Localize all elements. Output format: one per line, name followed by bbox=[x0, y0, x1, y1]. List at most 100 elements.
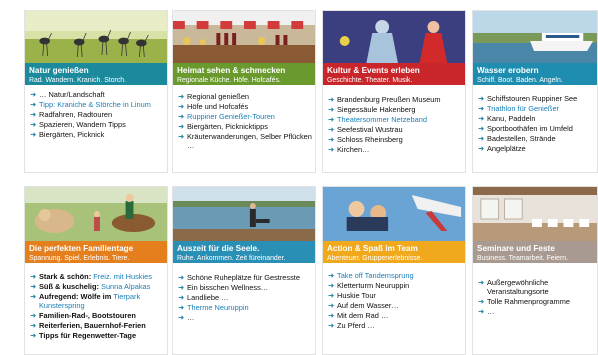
card-heimat[interactable]: Heimat sehen & schmecken Regionale Küche… bbox=[172, 10, 316, 173]
arrow-right-icon: ➜ bbox=[30, 100, 37, 109]
card-familie[interactable]: Die perfekten Familientage Spannung. Spi… bbox=[24, 186, 168, 355]
card-title[interactable]: Action & Spaß im Team bbox=[327, 243, 461, 254]
list-item[interactable]: ➜ Biergärten, Picknicktipps bbox=[178, 122, 313, 131]
list-item[interactable]: ➜ Landliebe … bbox=[178, 293, 313, 302]
list-item[interactable]: ➜ Außergewöhnliche Veranstaltungsorte bbox=[478, 278, 595, 297]
card-title[interactable]: Auszeit für die Seele. bbox=[177, 243, 311, 254]
list-item[interactable]: ➜ Kletterturm Neuruppin bbox=[328, 281, 463, 290]
card-action[interactable]: Action & Spaß im Team Abenteuer. Gruppen… bbox=[322, 186, 466, 355]
list-item[interactable]: ➜ Mit dem Rad … bbox=[328, 311, 463, 320]
list-item[interactable]: ➜… Natur/Landschaft bbox=[30, 90, 165, 99]
card-title[interactable]: Natur genießen bbox=[29, 65, 163, 76]
list-item-link[interactable]: Theatersommer Netzeband bbox=[337, 115, 427, 124]
list-item[interactable]: ➜ Angelplätze bbox=[478, 144, 595, 153]
list-item[interactable]: ➜ Kirchen… bbox=[328, 145, 463, 154]
list-item[interactable]: ➜ Spazieren, Wandern Tipps bbox=[30, 120, 165, 129]
card-header-band[interactable]: Heimat sehen & schmecken Regionale Küche… bbox=[173, 63, 315, 85]
list-item[interactable]: ➜ Kräuterwanderungen, Selber Pflücken … bbox=[178, 132, 313, 151]
list-item-text: Tolle Rahmenprogramme bbox=[487, 297, 570, 307]
card-photo-seminar-room[interactable] bbox=[473, 187, 597, 241]
card-photo-boat[interactable] bbox=[473, 11, 597, 63]
list-item[interactable]: ➜ Huskie Tour bbox=[328, 291, 463, 300]
list-item[interactable]: ➜ Tolle Rahmenprogramme bbox=[478, 297, 595, 306]
list-item-link[interactable]: Tipp: Kraniche & Störche in Linum bbox=[39, 100, 151, 109]
card-title[interactable]: Wasser erobern bbox=[477, 65, 593, 76]
card-photo-skydivers[interactable] bbox=[323, 187, 465, 241]
list-item[interactable]: ➜ Take off Tandemsprung bbox=[328, 271, 463, 280]
list-item-link[interactable]: Sunna Alpakas bbox=[101, 282, 150, 291]
card-header-band[interactable]: Natur genießen Rad. Wandern. Kranich. St… bbox=[25, 63, 167, 85]
card-header-band[interactable]: Action & Spaß im Team Abenteuer. Gruppen… bbox=[323, 241, 465, 263]
card-title[interactable]: Kultur & Events erleben bbox=[327, 65, 461, 76]
card-wasser[interactable]: Wasser erobern Schiff. Boot. Baden. Ange… bbox=[472, 10, 598, 173]
card-photo-performers[interactable] bbox=[323, 11, 465, 63]
list-item[interactable]: ➜ Tipps für Regenwetter-Tage bbox=[30, 331, 165, 340]
arrow-right-icon: ➜ bbox=[178, 313, 185, 322]
list-item[interactable]: ➜ Schloss Rheinsberg bbox=[328, 135, 463, 144]
list-item[interactable]: ➜ Zu Pferd … bbox=[328, 321, 463, 330]
list-item[interactable]: ➜ Kanu, Paddeln bbox=[478, 114, 595, 123]
list-item-link[interactable]: Take off Tandemsprung bbox=[337, 271, 414, 280]
arrow-right-icon: ➜ bbox=[178, 122, 185, 131]
list-item[interactable]: ➜ Therme Neuruppin bbox=[178, 303, 313, 312]
list-item[interactable]: ➜ Aufregend: Wölfe im Tierpark Kunsterspr… bbox=[30, 292, 165, 311]
list-item[interactable]: ➜ Tipp: Kraniche & Störche in Linum bbox=[30, 100, 165, 109]
list-item[interactable]: ➜ Brandenburg Preußen Museum bbox=[328, 95, 463, 104]
card-title[interactable]: Seminare und Feste bbox=[477, 243, 593, 254]
list-item[interactable]: ➜ Seefestival Wustrau bbox=[328, 125, 463, 134]
card-seminare[interactable]: Seminare und Feste Business. Teamarbeit.… bbox=[472, 186, 598, 355]
list-item[interactable]: ➜ Theatersommer Netzeband bbox=[328, 115, 463, 124]
arrow-right-icon: ➜ bbox=[328, 125, 335, 134]
list-item[interactable]: ➜ Radfahren, Radtouren bbox=[30, 110, 165, 119]
list-item-text: Ein bisschen Wellness… bbox=[187, 283, 269, 292]
list-item[interactable]: ➜ Stark & schön: Freiz. mit Huskies bbox=[30, 272, 165, 281]
list-item-text: Außergewöhnliche Veranstaltungsorte bbox=[487, 278, 549, 297]
list-item[interactable]: ➜ Höfe und Hofcafés bbox=[178, 102, 313, 111]
list-item[interactable]: ➜ Reiterferien, Bauernhof-Ferien bbox=[30, 321, 165, 330]
list-item[interactable]: ➜ Biergärten, Picknick bbox=[30, 130, 165, 139]
card-photo-family-animals[interactable] bbox=[25, 187, 167, 241]
card-subtitle: Abenteuer. Gruppenerlebnisse. bbox=[327, 255, 423, 262]
card-photo-market-stall[interactable] bbox=[173, 11, 315, 63]
arrow-right-icon: ➜ bbox=[328, 311, 335, 320]
list-item-text: Kanu, Paddeln bbox=[487, 114, 536, 123]
list-item[interactable]: ➜ Triathlon für Genießer bbox=[478, 104, 595, 113]
list-item-link[interactable]: Ruppiner Genießer-Touren bbox=[187, 112, 275, 121]
card-title[interactable]: Die perfekten Familientage bbox=[29, 243, 163, 254]
card-header-band[interactable]: Kultur & Events erleben Geschichte. Thea… bbox=[323, 63, 465, 85]
card-photo-cranes[interactable] bbox=[25, 11, 167, 63]
list-item-text: Süß & kuschelig: bbox=[39, 282, 102, 291]
card-auszeit[interactable]: Auszeit für die Seele. Ruhe. Ankommen. Z… bbox=[172, 186, 316, 355]
arrow-right-icon: ➜ bbox=[328, 281, 335, 290]
list-item-link[interactable]: Freiz. mit Huskies bbox=[93, 272, 152, 281]
list-item-link[interactable]: Triathlon für Genießer bbox=[487, 104, 559, 113]
list-item-text: Aufregend: Wölfe im bbox=[39, 292, 114, 301]
list-item[interactable]: ➜ Familien-Rad-, Bootstouren bbox=[30, 311, 165, 320]
list-item[interactable]: ➜ Süß & kuschelig: Sunna Alpakas bbox=[30, 282, 165, 291]
card-subtitle: Ruhe. Ankommen. Zeit füreinander. bbox=[177, 255, 286, 262]
list-item[interactable]: ➜… bbox=[178, 313, 313, 322]
list-item[interactable]: ➜ Ruppiner Genießer-Touren bbox=[178, 112, 313, 121]
card-header-band[interactable]: Die perfekten Familientage Spannung. Spi… bbox=[25, 241, 167, 263]
list-item[interactable]: ➜ Regional genießen bbox=[178, 92, 313, 101]
list-item[interactable]: ➜… bbox=[478, 307, 595, 316]
arrow-right-icon: ➜ bbox=[328, 291, 335, 300]
card-kultur[interactable]: Kultur & Events erleben Geschichte. Thea… bbox=[322, 10, 466, 173]
card-header-band[interactable]: Seminare und Feste Business. Teamarbeit.… bbox=[473, 241, 597, 263]
card-link-list: ➜ Brandenburg Preußen Museum ➜ Siegessäule … bbox=[323, 95, 465, 155]
list-item-text: Spazieren, Wandern Tipps bbox=[39, 120, 126, 129]
card-photo-lake-relax[interactable] bbox=[173, 187, 315, 241]
card-natur[interactable]: Natur genießen Rad. Wandern. Kranich. St… bbox=[24, 10, 168, 173]
card-title[interactable]: Heimat sehen & schmecken bbox=[177, 65, 311, 76]
list-item[interactable]: ➜ Auf dem Wasser… bbox=[328, 301, 463, 310]
list-item[interactable]: ➜ Schöne Ruheplätze für Gestresste bbox=[178, 273, 313, 282]
card-header-band[interactable]: Auszeit für die Seele. Ruhe. Ankommen. Z… bbox=[173, 241, 315, 263]
list-item[interactable]: ➜ Siegessäule Hakenberg bbox=[328, 105, 463, 114]
list-item-text: Brandenburg Preußen Museum bbox=[337, 95, 441, 104]
list-item-link[interactable]: Therme Neuruppin bbox=[187, 303, 249, 312]
list-item[interactable]: ➜ Badestellen, Strände bbox=[478, 134, 595, 143]
card-header-band[interactable]: Wasser erobern Schiff. Boot. Baden. Ange… bbox=[473, 63, 597, 85]
list-item[interactable]: ➜ Schiffstouren Ruppiner See bbox=[478, 94, 595, 103]
list-item[interactable]: ➜ Ein bisschen Wellness… bbox=[178, 283, 313, 292]
list-item[interactable]: ➜ Sportboothäfen im Umfeld bbox=[478, 124, 595, 133]
